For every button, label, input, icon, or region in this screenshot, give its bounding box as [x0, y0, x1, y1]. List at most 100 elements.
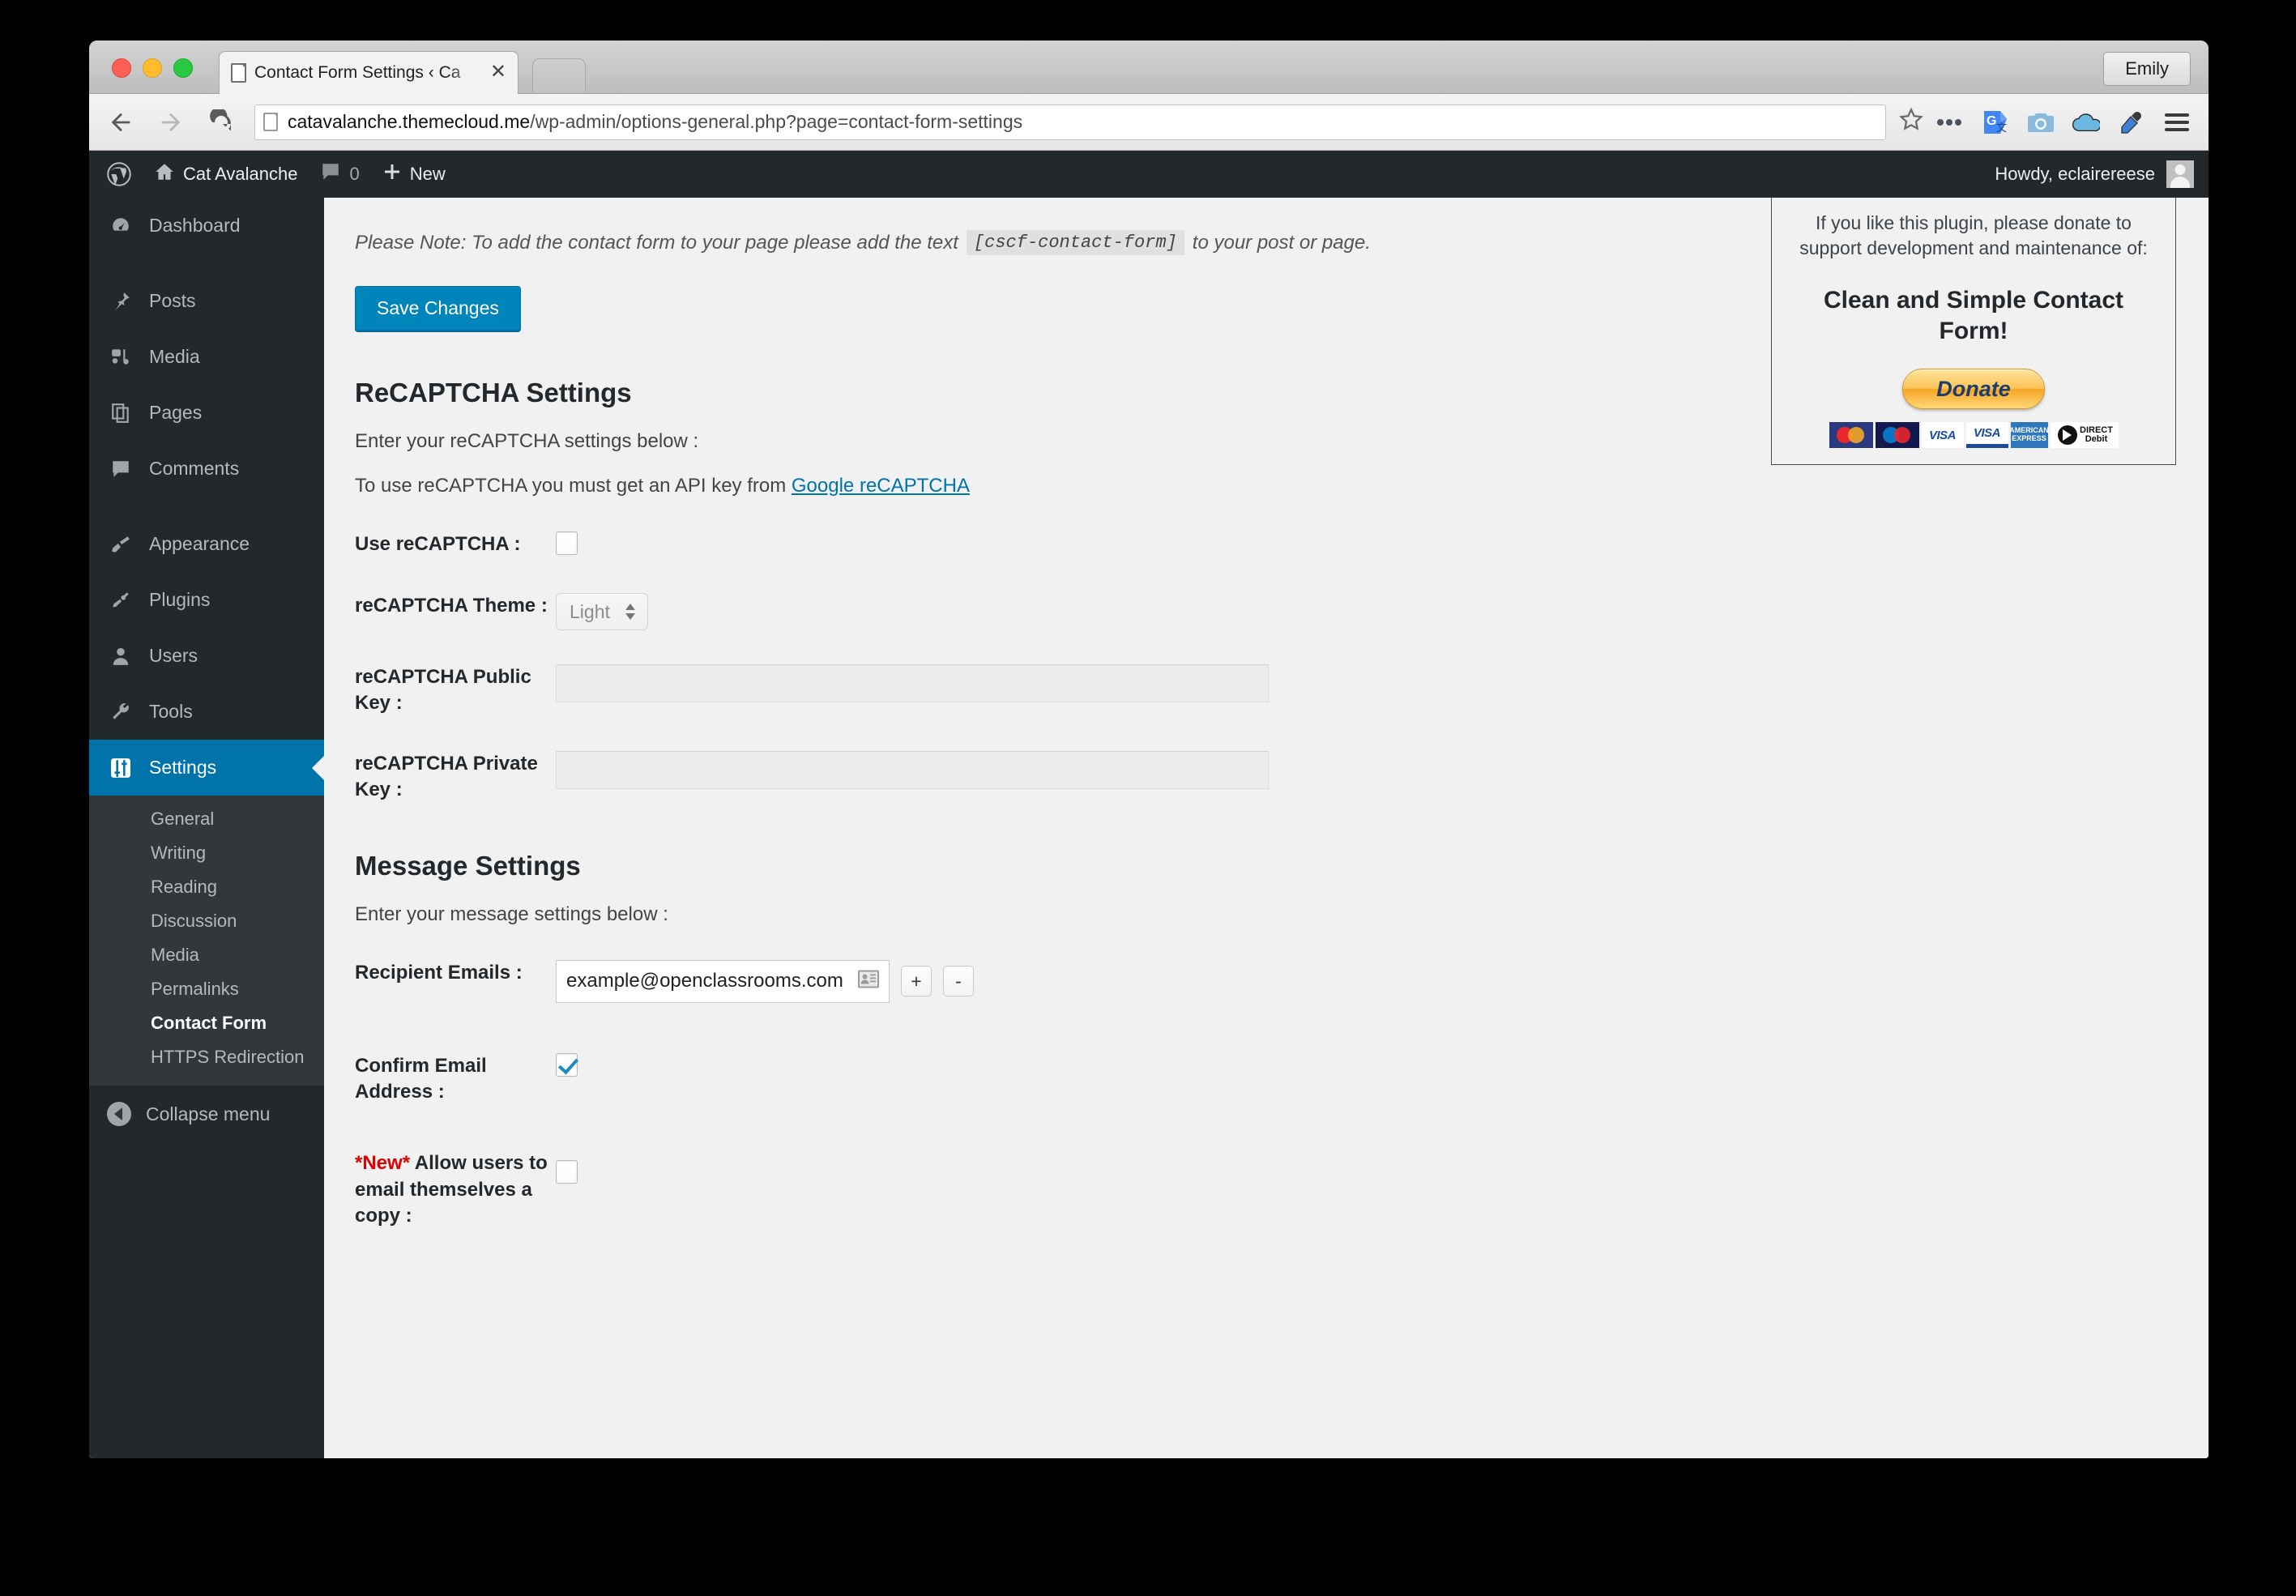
- site-name-menu[interactable]: Cat Avalanche: [143, 161, 309, 187]
- close-icon[interactable]: ✕: [485, 62, 508, 84]
- message-section-title: Message Settings: [355, 850, 581, 881]
- sidebar-item-media[interactable]: Media: [89, 329, 324, 385]
- submenu-item-https-redirection[interactable]: HTTPS Redirection: [89, 1040, 324, 1074]
- chrome-profile-button[interactable]: Emily: [2103, 52, 2191, 86]
- submenu-item-contact-form[interactable]: Contact Form: [89, 1006, 324, 1040]
- sidebar-item-dashboard[interactable]: Dashboard: [89, 198, 324, 254]
- confirm-email-control: [556, 1052, 578, 1081]
- private-key-input[interactable]: [556, 750, 1269, 789]
- sidebar-item-users[interactable]: Users: [89, 628, 324, 684]
- bookmark-star-icon[interactable]: [1897, 106, 1925, 138]
- direct-debit-icon: DIRECT Debit: [2050, 422, 2119, 449]
- private-key-control: [556, 750, 1269, 789]
- settings-submenu: General Writing Reading Discussion Media…: [89, 796, 324, 1086]
- home-icon: [154, 161, 175, 187]
- address-bar[interactable]: catavalanche.themecloud.me/wp-admin/opti…: [254, 104, 1886, 140]
- wp-admin-bar: Cat Avalanche 0 New Howdy, eclairereese: [89, 151, 2209, 198]
- sidebar-item-pages[interactable]: Pages: [89, 385, 324, 441]
- page-icon: [231, 63, 246, 83]
- submenu-item-discussion[interactable]: Discussion: [89, 904, 324, 938]
- public-key-row: reCAPTCHA Public Key :: [355, 664, 2209, 717]
- donate-button[interactable]: Donate: [1902, 369, 2045, 410]
- menu-separator: [89, 497, 324, 516]
- email-copy-checkbox[interactable]: [556, 1160, 578, 1184]
- media-icon: [107, 347, 134, 368]
- recipient-emails-label: Recipient Emails :: [355, 961, 523, 984]
- email-copy-control: [556, 1150, 578, 1188]
- add-email-button[interactable]: +: [901, 966, 932, 997]
- recaptcha-theme-select-wrap: Light Dark: [556, 593, 648, 630]
- google-translate-icon[interactable]: G 文: [1982, 109, 2009, 136]
- private-key-row: reCAPTCHA Private Key :: [355, 750, 2209, 804]
- admin-bar-right[interactable]: Howdy, eclairereese: [1995, 151, 2202, 198]
- american-express-icon: AMERICAN EXPRESS: [2009, 422, 2049, 449]
- recipient-emails-control: + -: [556, 959, 974, 1003]
- sidebar-item-label: Dashboard: [149, 215, 241, 236]
- sidebar-item-comments[interactable]: Comments: [89, 441, 324, 497]
- collapse-menu-button[interactable]: Collapse menu: [89, 1086, 324, 1142]
- submenu-item-writing[interactable]: Writing: [89, 836, 324, 870]
- use-recaptcha-control: [556, 531, 578, 559]
- cloud-icon[interactable]: [2072, 109, 2100, 136]
- url-host: catavalanche.themecloud.me: [288, 111, 531, 132]
- sidebar-item-tools[interactable]: Tools: [89, 684, 324, 740]
- sidebar-item-settings[interactable]: Settings: [89, 740, 324, 796]
- sidebar-item-label: Media: [149, 346, 200, 367]
- submenu-item-general[interactable]: General: [89, 802, 324, 836]
- submenu-item-media[interactable]: Media: [89, 938, 324, 972]
- recaptcha-theme-select[interactable]: Light Dark: [556, 593, 648, 630]
- sidebar-item-appearance[interactable]: Appearance: [89, 516, 324, 572]
- sidebar-item-label: Tools: [149, 701, 193, 722]
- browser-tab-strip: Contact Form Settings ‹ Ca ✕ Emily: [89, 41, 2209, 94]
- three-dots-icon[interactable]: [1936, 109, 1964, 136]
- url-path: /wp-admin/options-general.php?page=conta…: [530, 111, 1023, 132]
- collapse-arrow-icon: [107, 1102, 131, 1126]
- save-changes-button[interactable]: Save Changes: [355, 286, 521, 331]
- browser-window: Contact Form Settings ‹ Ca ✕ Emily catav…: [89, 41, 2209, 1458]
- admin-bar-left: Cat Avalanche 0 New: [89, 161, 457, 187]
- comments-menu[interactable]: 0: [309, 161, 370, 187]
- eyedropper-icon[interactable]: [2118, 109, 2145, 136]
- sidebar-item-label: Appearance: [149, 533, 250, 554]
- public-key-input[interactable]: [556, 664, 1269, 702]
- wordpress-logo-icon[interactable]: [96, 162, 143, 186]
- maestro-icon: [1875, 422, 1919, 449]
- user-icon: [107, 646, 134, 667]
- google-recaptcha-link[interactable]: Google reCAPTCHA: [792, 475, 970, 497]
- recipient-email-input[interactable]: [556, 959, 890, 1003]
- browser-nav-bar: catavalanche.themecloud.me/wp-admin/opti…: [89, 94, 2209, 151]
- use-recaptcha-checkbox[interactable]: [556, 531, 578, 555]
- confirm-email-checkbox[interactable]: [556, 1052, 578, 1077]
- forward-arrow-icon[interactable]: [152, 104, 190, 141]
- contact-card-icon[interactable]: [857, 970, 880, 993]
- public-key-control: [556, 664, 1269, 702]
- chrome-menu-icon[interactable]: [2163, 109, 2191, 136]
- api-key-text: To use reCAPTCHA you must get an API key…: [355, 475, 787, 497]
- sidebar-item-plugins[interactable]: Plugins: [89, 572, 324, 628]
- site-name-label: Cat Avalanche: [183, 164, 298, 184]
- browser-tab-active[interactable]: Contact Form Settings ‹ Ca ✕: [219, 51, 519, 94]
- recaptcha-theme-label: reCAPTCHA Theme :: [355, 595, 548, 617]
- camera-icon[interactable]: [2027, 109, 2055, 136]
- wrench-icon: [107, 702, 134, 723]
- remove-email-button[interactable]: -: [943, 966, 974, 997]
- submenu-item-reading[interactable]: Reading: [89, 870, 324, 904]
- email-copy-row: *New* Allow users to email themselves a …: [355, 1150, 2209, 1229]
- confirm-email-label: Confirm Email Address :: [355, 1054, 487, 1103]
- sidebar-item-label: Users: [149, 645, 198, 666]
- private-key-label: reCAPTCHA Private Key :: [355, 752, 538, 801]
- sidebar-item-posts[interactable]: Posts: [89, 273, 324, 329]
- back-arrow-icon[interactable]: [102, 104, 139, 141]
- new-tab-button[interactable]: [532, 58, 586, 92]
- minimize-window-button[interactable]: [143, 58, 162, 78]
- maximize-window-button[interactable]: [173, 58, 193, 78]
- sidebar-item-label: Settings: [149, 757, 217, 778]
- new-content-menu[interactable]: New: [371, 162, 457, 186]
- submenu-item-permalinks[interactable]: Permalinks: [89, 972, 324, 1006]
- sidebar-item-label: Pages: [149, 402, 203, 423]
- close-window-button[interactable]: [112, 58, 131, 78]
- sidebar-item-label: Comments: [149, 458, 240, 479]
- note-suffix: to your post or page.: [1192, 231, 1371, 254]
- brush-icon: [107, 534, 134, 555]
- reload-icon[interactable]: [203, 104, 240, 141]
